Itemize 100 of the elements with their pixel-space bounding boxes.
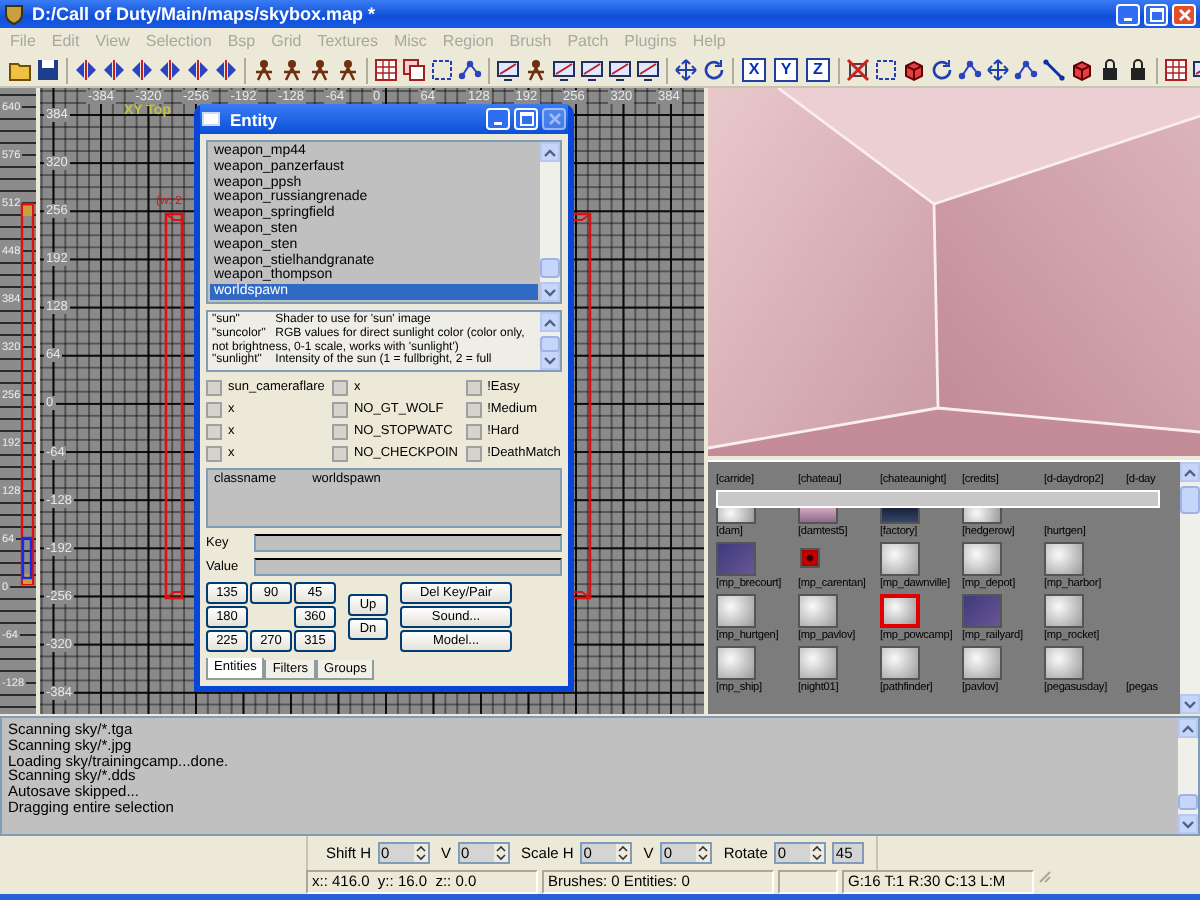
scroll-up-button[interactable] [540, 312, 560, 332]
figure-icon[interactable] [524, 58, 548, 82]
monitor-icon[interactable] [552, 58, 576, 82]
scrollbar[interactable] [1178, 718, 1198, 834]
mirror-icon[interactable] [186, 58, 210, 82]
figure-icon[interactable] [308, 58, 332, 82]
selection-icon[interactable] [430, 58, 454, 82]
move-icon[interactable] [674, 58, 698, 82]
mirror-icon[interactable] [158, 58, 182, 82]
rotate-icon[interactable] [930, 58, 954, 82]
selection-icon[interactable] [874, 58, 898, 82]
folder-icon[interactable] [8, 58, 32, 82]
texture-thumbnail[interactable] [1044, 646, 1084, 680]
spinner-icon[interactable] [615, 844, 630, 862]
checkbox[interactable] [331, 380, 348, 397]
maximize-button[interactable] [514, 108, 538, 130]
scrollbar-thumb[interactable] [1180, 486, 1200, 514]
spinner-icon[interactable] [695, 844, 710, 862]
scroll-down-button[interactable] [1180, 694, 1200, 714]
monitor-icon[interactable] [496, 58, 520, 82]
mirror-icon[interactable] [102, 58, 126, 82]
texture-thumbnail[interactable] [880, 594, 920, 628]
close-button[interactable] [1172, 3, 1196, 25]
monitor-icon[interactable] [636, 58, 660, 82]
lock-icon[interactable] [1126, 58, 1150, 82]
mirror-icon[interactable] [130, 58, 154, 82]
mirror-icon[interactable] [214, 58, 238, 82]
scrollbar[interactable] [540, 312, 560, 371]
figure-icon[interactable] [252, 58, 276, 82]
texture-thumbnail[interactable] [962, 542, 1002, 576]
checkbox[interactable] [465, 402, 482, 419]
nodes-icon[interactable] [958, 58, 982, 82]
figure-icon[interactable] [336, 58, 360, 82]
checkbox[interactable] [206, 380, 222, 397]
key-field[interactable] [254, 534, 562, 553]
nodes-icon[interactable] [1014, 58, 1038, 82]
rotate-icon[interactable] [702, 58, 726, 82]
texture-thumbnail[interactable] [1044, 542, 1084, 576]
cube-icon[interactable] [1070, 58, 1094, 82]
checkbox[interactable] [206, 424, 222, 441]
monitor-icon[interactable] [608, 58, 632, 82]
axis-button[interactable]: X [742, 58, 766, 82]
mirror-icon[interactable] [74, 58, 98, 82]
minimize-button[interactable] [486, 108, 510, 130]
texture-thumbnail[interactable] [798, 508, 838, 524]
checkbox[interactable] [331, 446, 348, 463]
axis-button[interactable]: Y [774, 58, 798, 82]
scrollbar-thumb[interactable] [540, 258, 560, 278]
clone-icon[interactable] [402, 58, 426, 82]
cube-icon[interactable] [902, 58, 926, 82]
texture-thumbnail[interactable] [962, 646, 1002, 680]
scrollbar-thumb[interactable] [1178, 794, 1198, 810]
resize-grip-icon[interactable] [1038, 870, 1052, 884]
move-icon[interactable] [986, 58, 1010, 82]
maximize-button[interactable] [1144, 3, 1168, 25]
checkbox[interactable] [206, 446, 222, 463]
texture-thumbnail[interactable] [716, 646, 756, 680]
spinner-icon[interactable] [809, 844, 824, 862]
nodes-icon[interactable] [458, 58, 482, 82]
checkbox[interactable] [465, 380, 482, 397]
texture-thumbnail[interactable] [716, 508, 756, 524]
scrollbar[interactable] [1180, 462, 1200, 714]
texture-thumbnail[interactable] [880, 542, 920, 576]
monitor-icon[interactable] [580, 58, 604, 82]
texture-thumbnail[interactable] [798, 646, 838, 680]
minimize-button[interactable] [1116, 3, 1140, 25]
scroll-up-button[interactable] [540, 142, 560, 162]
scroll-down-button[interactable] [540, 350, 560, 371]
cross-icon[interactable] [846, 58, 870, 82]
scrollbar-thumb[interactable] [540, 336, 560, 352]
spinner-icon[interactable] [493, 844, 508, 862]
texture-thumbnail[interactable] [1044, 594, 1084, 628]
axis-button[interactable]: Z [806, 58, 830, 82]
texture-thumbnail[interactable] [798, 594, 838, 628]
texture-thumbnail[interactable] [716, 594, 756, 628]
scrollbar[interactable] [540, 142, 560, 302]
texture-thumbnail[interactable] [962, 508, 1002, 524]
texture-thumbnail[interactable] [800, 548, 820, 568]
figure-icon[interactable] [280, 58, 304, 82]
grid-icon[interactable] [1164, 58, 1188, 82]
checkbox[interactable] [331, 424, 348, 441]
scroll-up-button[interactable] [1178, 718, 1198, 738]
checkbox[interactable] [206, 402, 222, 419]
scroll-down-button[interactable] [540, 282, 560, 302]
checkbox[interactable] [465, 446, 482, 463]
texture-thumbnail[interactable] [880, 508, 920, 524]
spinner-icon[interactable] [413, 844, 428, 862]
save-icon[interactable] [36, 58, 60, 82]
texture-thumbnail[interactable] [880, 646, 920, 680]
checkbox[interactable] [465, 424, 482, 441]
checkbox[interactable] [331, 402, 348, 419]
texture-filter-field[interactable] [716, 490, 1160, 508]
value-field[interactable] [254, 558, 562, 577]
scroll-down-button[interactable] [1178, 814, 1198, 834]
scroll-up-button[interactable] [1180, 462, 1200, 482]
grid-icon[interactable] [374, 58, 398, 82]
texture-thumbnail[interactable] [962, 594, 1002, 628]
lock-icon[interactable] [1098, 58, 1122, 82]
texture-thumbnail[interactable] [716, 542, 756, 576]
diagonal-line-icon[interactable] [1042, 58, 1066, 82]
